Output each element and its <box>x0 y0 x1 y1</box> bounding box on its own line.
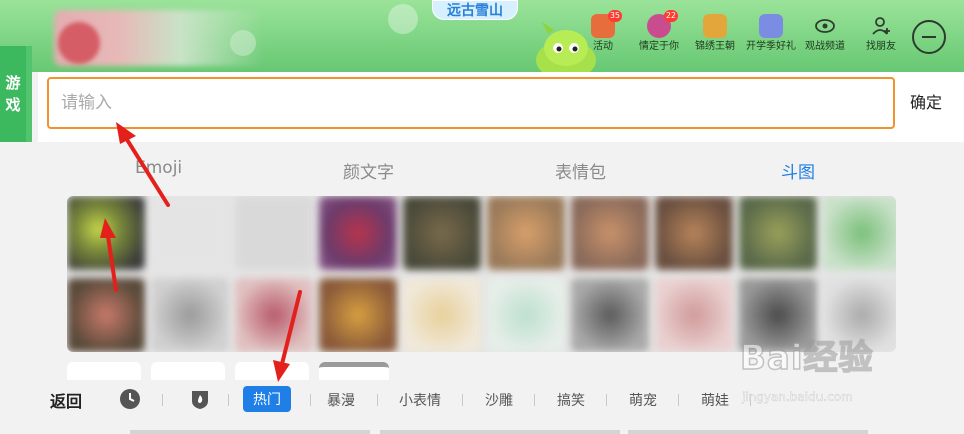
gift-icon <box>759 14 783 38</box>
add-friend-icon <box>869 14 893 38</box>
clock-icon[interactable] <box>119 388 141 410</box>
category-kids[interactable]: 萌娃 <box>701 390 729 410</box>
sticker-thumb[interactable] <box>655 278 733 352</box>
back-button[interactable]: 返回 <box>50 388 82 412</box>
game-banner: 远古雪山 35 活动 22 情定于你 锦绣王朝 开学季好礼 观战频道 找朋友 <box>0 0 964 72</box>
tab-sticker-pack[interactable]: 表情包 <box>555 158 606 183</box>
sticker-thumb[interactable] <box>739 196 817 270</box>
minimize-button[interactable] <box>912 20 946 54</box>
divider <box>377 394 378 406</box>
sticker-thumb[interactable] <box>235 196 313 270</box>
side-tab-char-2: 戏 <box>5 96 21 114</box>
sticker-thumb[interactable] <box>151 196 229 270</box>
category-hot[interactable]: 热门 <box>243 386 291 412</box>
divider <box>678 394 679 406</box>
eye-icon <box>813 14 837 38</box>
search-input[interactable] <box>47 77 895 129</box>
heart-icon: 22 <box>647 10 678 38</box>
find-friends-label: 找朋友 <box>866 41 896 52</box>
divider <box>162 394 163 406</box>
tab-emoji[interactable]: Emoji <box>135 158 182 178</box>
watermark-url: jingyan.baidu.com <box>742 390 853 404</box>
decor-bubble <box>388 4 418 34</box>
sticker-thumb[interactable] <box>571 196 649 270</box>
watermark-brand: Bai经验 <box>739 337 874 379</box>
sticker-thumb[interactable] <box>67 196 145 270</box>
tab-meme-battle[interactable]: 斗图 <box>781 158 815 183</box>
sticker-grid <box>67 196 896 352</box>
divider <box>228 394 229 406</box>
fire-shield-icon[interactable] <box>189 388 211 410</box>
sticker-thumb[interactable] <box>571 278 649 352</box>
divider <box>606 394 607 406</box>
sticker-thumb[interactable] <box>403 278 481 352</box>
sticker-thumb[interactable] <box>235 278 313 352</box>
category-rage-comic[interactable]: 暴漫 <box>327 390 355 410</box>
app-root: 远古雪山 35 活动 22 情定于你 锦绣王朝 开学季好礼 观战频道 找朋友 游… <box>0 0 964 434</box>
game-side-tab[interactable]: 游 戏 <box>0 46 32 142</box>
sticker-thumb[interactable] <box>319 278 397 352</box>
divider <box>462 394 463 406</box>
sticker-thumb[interactable] <box>67 278 145 352</box>
destined-badge: 22 <box>663 10 678 22</box>
treasure-icon: 35 <box>591 10 622 38</box>
sticker-thumb[interactable] <box>823 196 896 270</box>
category-pets[interactable]: 萌宠 <box>629 390 657 410</box>
sticker-thumb[interactable] <box>403 196 481 270</box>
tab-kaomoji[interactable]: 颜文字 <box>343 158 394 183</box>
category-funny[interactable]: 搞笑 <box>557 390 585 410</box>
sticker-tabs: Emoji 颜文字 表情包 斗图 <box>38 148 964 192</box>
divider <box>534 394 535 406</box>
sticker-thumb[interactable] <box>319 196 397 270</box>
category-small-emoji[interactable]: 小表情 <box>399 390 441 410</box>
search-row: 确定 <box>38 72 964 142</box>
player-avatar[interactable] <box>58 22 100 64</box>
watermark: Bai经验 jingyan.baidu.com <box>739 330 940 410</box>
minus-icon <box>922 36 936 38</box>
sticker-thumb[interactable] <box>655 196 733 270</box>
sticker-thumb[interactable] <box>151 278 229 352</box>
confirm-button[interactable]: 确定 <box>904 84 948 122</box>
palace-icon <box>703 14 727 38</box>
sticker-thumb[interactable] <box>487 278 565 352</box>
banner-title: 远古雪山 <box>432 0 518 20</box>
divider <box>310 394 311 406</box>
sticker-thumb[interactable] <box>487 196 565 270</box>
activity-badge: 35 <box>607 10 622 22</box>
category-silly[interactable]: 沙雕 <box>485 390 513 410</box>
bottom-divider-lines <box>130 430 868 434</box>
side-tab-char-1: 游 <box>5 74 21 92</box>
find-friends-button[interactable]: 找朋友 <box>848 14 914 54</box>
